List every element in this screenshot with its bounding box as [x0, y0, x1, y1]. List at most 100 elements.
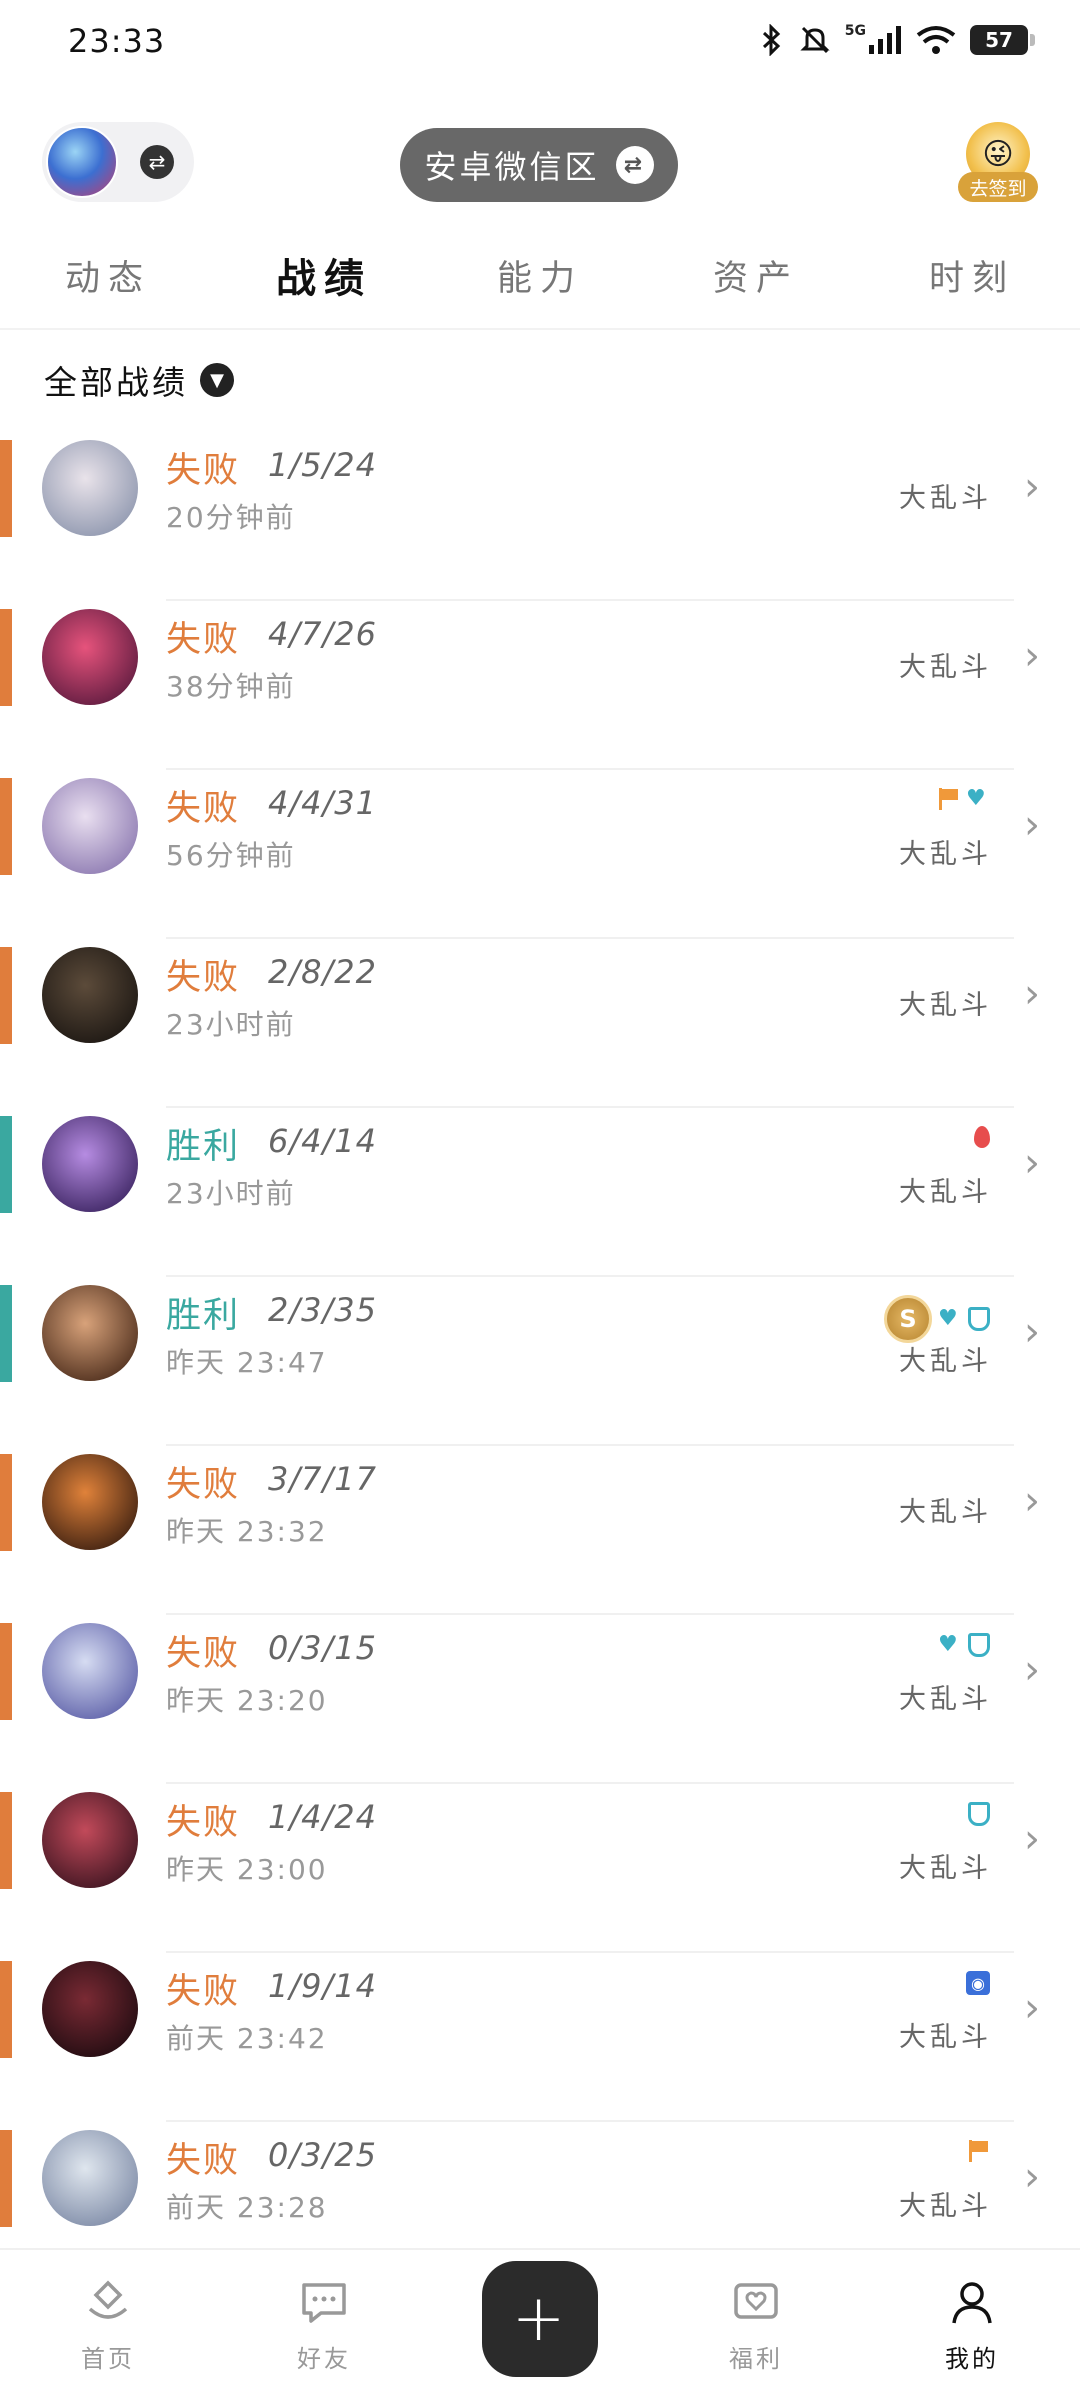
- tab-moments[interactable]: 时刻: [864, 222, 1080, 328]
- server-switcher[interactable]: 安卓微信区 ⇄: [400, 128, 678, 202]
- chevron-right-icon: ›: [1024, 1309, 1040, 1355]
- match-result: 失败: [166, 1972, 241, 2012]
- champion-avatar: [42, 2130, 138, 2226]
- bell-muted-icon: [800, 26, 830, 54]
- chevron-right-icon: ›: [1024, 1478, 1040, 1524]
- match-time: 20分钟前: [166, 501, 296, 534]
- match-kda: 0/3/25: [268, 2136, 377, 2174]
- header: ⇄ 安卓微信区 ⇄ 😜 去签到: [0, 120, 1080, 210]
- nav-create[interactable]: +: [432, 2250, 648, 2400]
- match-row[interactable]: 胜利 2/3/35 昨天 23:47 S ♥ 大乱斗 ›: [0, 1277, 1080, 1446]
- match-row[interactable]: 胜利 6/4/14 23小时前 大乱斗 ›: [0, 1108, 1080, 1277]
- tab-ability[interactable]: 能力: [432, 222, 648, 328]
- result-indicator: [0, 1961, 12, 2058]
- game-mode: 大乱斗: [899, 483, 992, 514]
- shield-icon: [968, 1802, 990, 1826]
- battery-icon: 57: [970, 25, 1035, 55]
- champion-avatar: [42, 1285, 138, 1381]
- match-kda: 2/3/35: [268, 1291, 377, 1329]
- match-list: 失败 1/5/24 20分钟前 大乱斗 › 失败 4/7/26 38分钟前 大乱斗 › 失败 4/4/…: [0, 432, 1080, 2291]
- result-indicator: [0, 609, 12, 706]
- match-row[interactable]: 失败 4/7/26 38分钟前 大乱斗 ›: [0, 601, 1080, 770]
- match-time: 23小时前: [166, 1008, 296, 1041]
- match-time: 前天 23:28: [166, 2191, 328, 2224]
- chevron-down-icon: ▼: [200, 363, 234, 397]
- match-badges: [968, 1802, 990, 1826]
- match-row[interactable]: 失败 3/7/17 昨天 23:32 大乱斗 ›: [0, 1446, 1080, 1615]
- result-indicator: [0, 1792, 12, 1889]
- battery-level: 57: [985, 28, 1013, 52]
- game-mode: 大乱斗: [899, 1497, 992, 1528]
- chevron-right-icon: ›: [1024, 802, 1040, 848]
- vision-icon: ◉: [966, 1971, 990, 1995]
- match-badges: [974, 1126, 990, 1148]
- match-result: 胜利: [166, 1127, 241, 1167]
- game-mode: 大乱斗: [899, 652, 992, 683]
- match-result: 失败: [166, 620, 241, 660]
- game-mode: 大乱斗: [899, 990, 992, 1021]
- nav-home[interactable]: 首页: [0, 2250, 216, 2400]
- flag-icon: [936, 788, 960, 810]
- wifi-icon: [916, 26, 956, 54]
- checkin-button[interactable]: 😜 去签到: [958, 122, 1038, 204]
- game-mode: 大乱斗: [899, 839, 992, 870]
- match-time: 昨天 23:00: [166, 1853, 328, 1886]
- match-time: 38分钟前: [166, 670, 296, 703]
- flag-icon: [966, 2140, 990, 2162]
- match-row[interactable]: 失败 1/5/24 20分钟前 大乱斗 ›: [0, 432, 1080, 601]
- blood-icon: [974, 1126, 990, 1148]
- match-result: 失败: [166, 451, 241, 491]
- nav-friends[interactable]: 好友: [216, 2250, 432, 2400]
- match-kda: 1/4/24: [268, 1798, 377, 1836]
- nav-welfare[interactable]: 福利: [648, 2250, 864, 2400]
- game-mode: 大乱斗: [899, 1853, 992, 1884]
- champion-avatar: [42, 440, 138, 536]
- match-time: 56分钟前: [166, 839, 296, 872]
- match-kda: 2/8/22: [268, 953, 377, 991]
- record-filter[interactable]: 全部战绩 ▼: [44, 356, 234, 404]
- tab-records[interactable]: 战绩: [216, 222, 432, 328]
- status-bar: 23:33 5G 57: [0, 0, 1080, 90]
- heart-icon: ♥: [966, 786, 986, 811]
- champion-avatar: [42, 1961, 138, 2057]
- server-name: 安卓微信区: [424, 148, 600, 186]
- game-mode: 大乱斗: [899, 1684, 992, 1715]
- nav-me[interactable]: 我的: [864, 2250, 1080, 2400]
- match-row[interactable]: 失败 4/4/31 56分钟前 ♥ 大乱斗 ›: [0, 770, 1080, 939]
- match-badges: ♥: [938, 1633, 990, 1657]
- heart-icon: ♥: [938, 1632, 958, 1657]
- chevron-right-icon: ›: [1024, 1816, 1040, 1862]
- result-indicator: [0, 947, 12, 1044]
- match-result: 失败: [166, 1634, 241, 1674]
- match-result: 失败: [166, 1465, 241, 1505]
- match-kda: 0/3/15: [268, 1629, 377, 1667]
- champion-avatar: [42, 1454, 138, 1550]
- swap-icon: ⇄: [140, 145, 174, 179]
- match-row[interactable]: 失败 1/9/14 前天 23:42 ◉ 大乱斗 ›: [0, 1953, 1080, 2122]
- match-time: 昨天 23:47: [166, 1346, 328, 1379]
- status-time: 23:33: [68, 22, 166, 60]
- result-indicator: [0, 778, 12, 875]
- heart-icon: ♥: [938, 1306, 958, 1331]
- gift-heart-icon: [730, 2277, 782, 2329]
- match-row[interactable]: 失败 1/4/24 昨天 23:00 大乱斗 ›: [0, 1784, 1080, 1953]
- tab-assets[interactable]: 资产: [648, 222, 864, 328]
- champion-avatar: [42, 1116, 138, 1212]
- shield-icon: [968, 1307, 990, 1331]
- match-time: 昨天 23:20: [166, 1684, 328, 1717]
- champion-avatar: [42, 1792, 138, 1888]
- tab-activity[interactable]: 动态: [0, 222, 216, 328]
- match-row[interactable]: 失败 0/3/15 昨天 23:20 ♥ 大乱斗 ›: [0, 1615, 1080, 1784]
- game-mode: 大乱斗: [899, 1177, 992, 1208]
- filter-label: 全部战绩: [44, 363, 188, 402]
- chevron-right-icon: ›: [1024, 971, 1040, 1017]
- match-result: 失败: [166, 2141, 241, 2181]
- match-row[interactable]: 失败 2/8/22 23小时前 大乱斗 ›: [0, 939, 1080, 1108]
- account-switcher[interactable]: ⇄: [42, 122, 194, 202]
- result-indicator: [0, 1116, 12, 1213]
- match-kda: 4/4/31: [268, 784, 377, 822]
- match-time: 昨天 23:32: [166, 1515, 328, 1548]
- chevron-right-icon: ›: [1024, 1985, 1040, 2031]
- match-badges: [966, 2140, 990, 2162]
- mvp-icon: S: [884, 1295, 932, 1343]
